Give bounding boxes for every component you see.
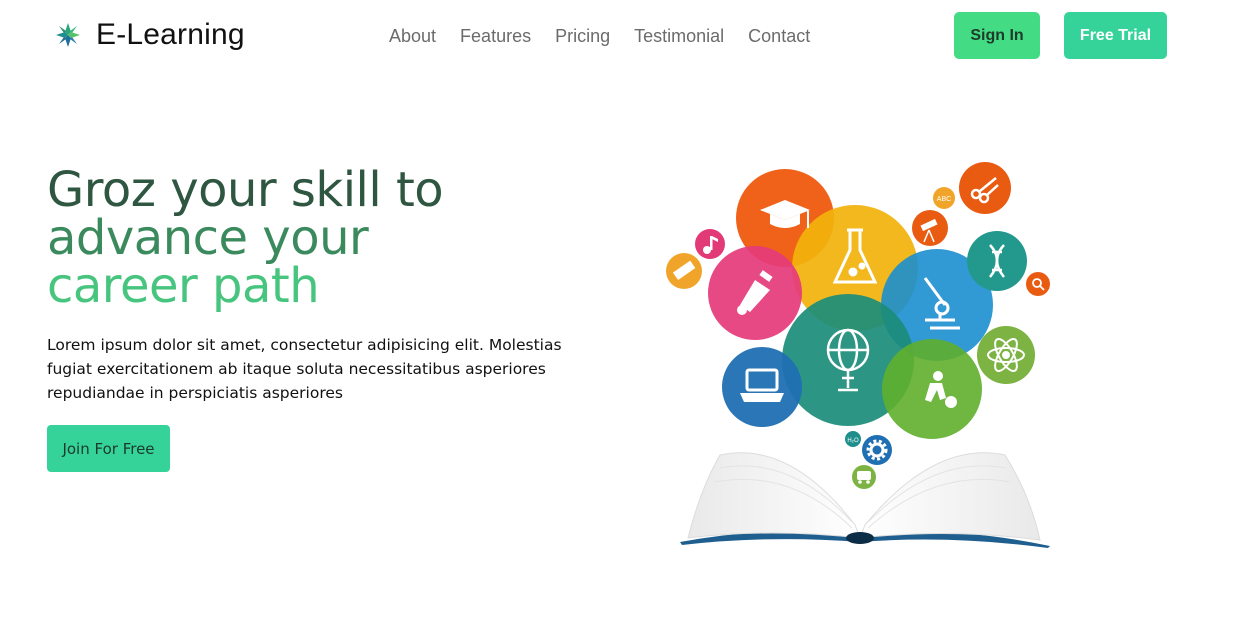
nav-pricing[interactable]: Pricing: [555, 26, 610, 47]
abc-label: ABC: [937, 196, 951, 203]
star-logo-icon: [56, 23, 80, 47]
sign-in-button[interactable]: Sign In: [954, 12, 1040, 59]
hero-title-line3: career path: [47, 258, 320, 314]
free-trial-button[interactable]: Free Trial: [1064, 12, 1167, 59]
nav-contact[interactable]: Contact: [748, 26, 810, 47]
hero-title: Groz your skill to advance your career p…: [47, 162, 444, 314]
education-book-illustration: ABC H₂O: [666, 162, 1050, 548]
zoom-circle: [1026, 272, 1050, 296]
join-for-free-button[interactable]: Join For Free: [47, 425, 170, 472]
nav-about[interactable]: About: [389, 26, 436, 47]
h2o-label: H₂O: [847, 438, 859, 444]
telescope-circle: [912, 210, 948, 246]
laptop-circle: [722, 347, 802, 427]
nav-features[interactable]: Features: [460, 26, 531, 47]
hero-title-line1: Groz your skill to: [47, 162, 444, 218]
hero-description: Lorem ipsum dolor sit amet, consectetur …: [47, 336, 562, 402]
site-header: E-Learning About Features Pricing Testim…: [0, 0, 1244, 72]
hero-title-line2: advance your: [47, 210, 369, 266]
nav-testimonial[interactable]: Testimonial: [634, 26, 724, 47]
main-nav: About Features Pricing Testimonial Conta…: [389, 26, 810, 47]
logo[interactable]: E-Learning: [54, 18, 245, 52]
brand-name: E-Learning: [96, 18, 245, 51]
